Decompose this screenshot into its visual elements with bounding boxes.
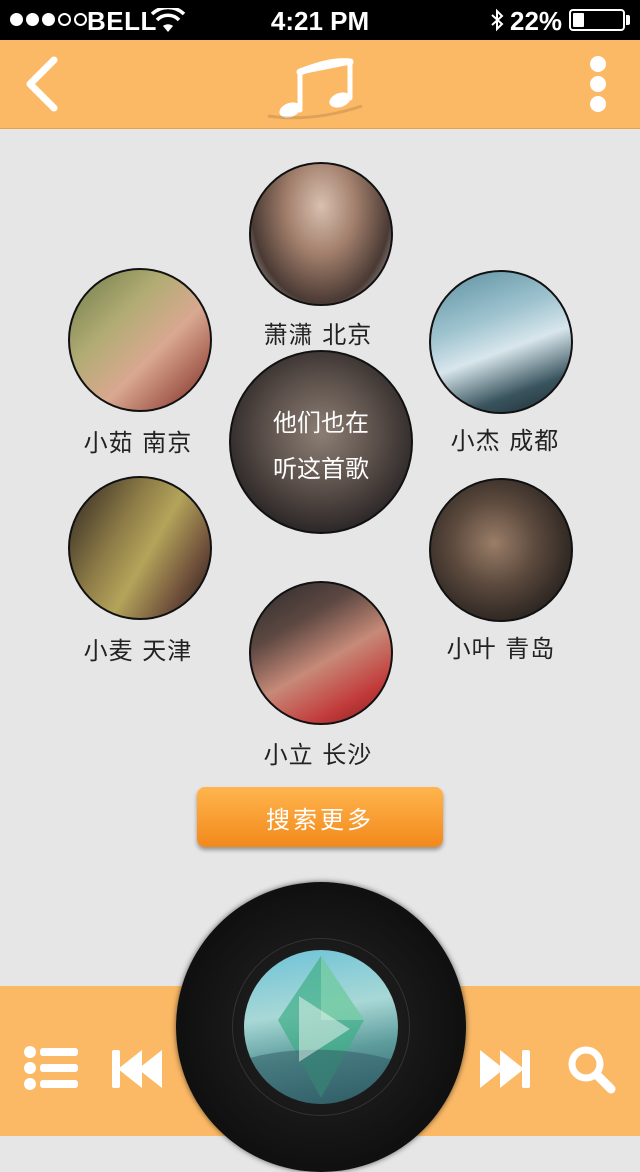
more-vertical-icon (590, 56, 606, 112)
also-listening-center: 他们也在 听这首歌 (229, 350, 413, 534)
battery-percentage: 22% (510, 6, 563, 36)
search-button[interactable] (566, 1044, 616, 1094)
more-button[interactable] (578, 54, 618, 114)
listener-label: 小茹 南京 (83, 429, 193, 457)
battery-icon (569, 9, 625, 31)
bluetooth-icon (491, 8, 504, 32)
listener-label: 小杰 成都 (450, 427, 560, 455)
skip-previous-icon (112, 1050, 162, 1088)
avatar-xiaoru[interactable] (68, 268, 212, 412)
battery-level (573, 13, 584, 27)
avatar-xiaomai[interactable] (68, 476, 212, 620)
skip-next-icon (480, 1050, 530, 1088)
list-icon (24, 1046, 78, 1090)
play-icon (299, 996, 350, 1062)
avatar-xiaoxiao[interactable] (249, 162, 393, 306)
play-button[interactable] (292, 994, 352, 1064)
header (0, 40, 640, 129)
playlist-button[interactable] (24, 1046, 78, 1090)
search-icon (568, 1046, 616, 1094)
music-note-icon (267, 58, 363, 120)
listener-label: 萧潇 北京 (263, 321, 373, 349)
listener-label: 小立 长沙 (263, 741, 373, 769)
search-more-button[interactable]: 搜索更多 (197, 787, 443, 847)
avatar-xiaoli[interactable] (249, 581, 393, 725)
chevron-left-icon (26, 56, 58, 112)
listener-label: 小叶 青岛 (446, 635, 556, 663)
next-button[interactable] (480, 1050, 530, 1088)
listener-label: 小麦 天津 (83, 637, 193, 665)
previous-button[interactable] (112, 1050, 162, 1088)
avatar-xiaoye[interactable] (429, 478, 573, 622)
avatar-xiaojie[interactable] (429, 270, 573, 414)
back-button[interactable] (18, 54, 78, 114)
also-listening-text: 他们也在 听这首歌 (273, 409, 369, 483)
status-bar: BELL 4:21 PM 22% (0, 0, 640, 40)
